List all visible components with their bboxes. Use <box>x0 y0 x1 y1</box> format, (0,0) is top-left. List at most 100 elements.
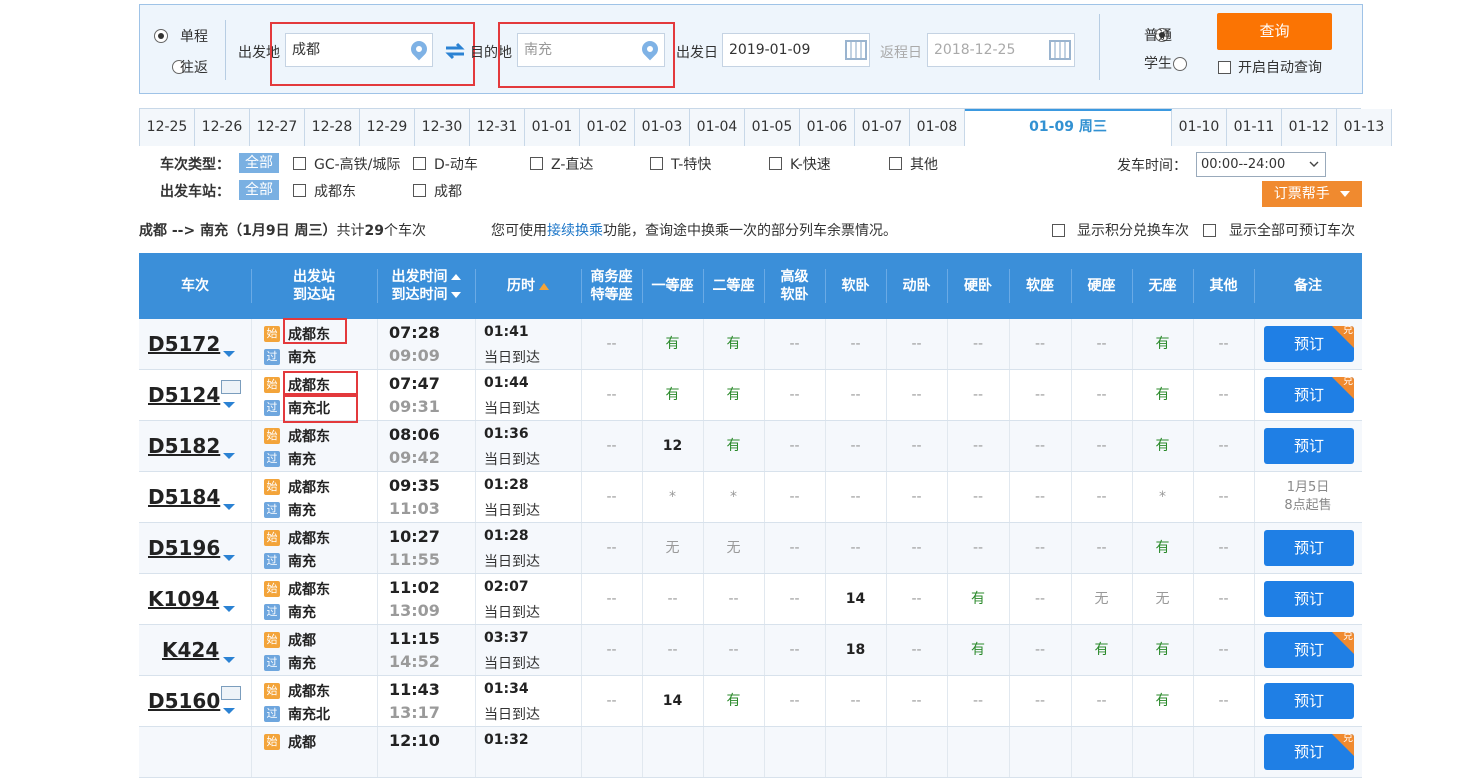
expand-stops-icon[interactable] <box>223 453 235 459</box>
train-number-link[interactable]: D5184 <box>148 485 220 509</box>
expand-stops-icon[interactable] <box>223 708 235 714</box>
expand-stops-icon[interactable] <box>223 402 235 408</box>
date-tab[interactable]: 01-13 <box>1337 109 1392 146</box>
expand-stops-icon[interactable] <box>223 504 235 510</box>
chevron-down-icon <box>1309 161 1319 167</box>
col-other: 其他 <box>1209 278 1238 294</box>
date-tab[interactable]: 01-03 <box>635 109 690 146</box>
one-way-radio[interactable] <box>154 29 168 43</box>
sort-up-icon[interactable] <box>450 274 461 280</box>
date-tab[interactable]: 12-27 <box>250 109 305 146</box>
date-tab[interactable]: 12-25 <box>140 109 195 146</box>
column-separator <box>475 472 476 522</box>
date-tab[interactable]: 01-08 <box>910 109 965 146</box>
seat-availability: -- <box>789 336 800 352</box>
duration: 01:28 <box>484 528 529 544</box>
book-button[interactable]: 预订 <box>1264 428 1354 464</box>
depart-station: 成都东 <box>288 684 330 700</box>
column-separator <box>1254 625 1255 675</box>
sort-down-icon[interactable] <box>450 292 461 298</box>
column-separator <box>764 727 765 777</box>
station-checkbox[interactable] <box>293 184 306 197</box>
arrive-time: 11:03 <box>389 499 440 518</box>
column-separator <box>947 727 948 777</box>
header-separator <box>1193 269 1194 303</box>
sort-up-icon[interactable] <box>539 282 549 290</box>
pass-station-badge: 过 <box>264 553 280 569</box>
column-separator <box>377 625 378 675</box>
date-tab[interactable]: 01-05 <box>745 109 800 146</box>
depart-time: 07:28 <box>389 323 440 342</box>
depart-station: 成都 <box>288 735 316 751</box>
train-type-checkbox[interactable] <box>413 157 426 170</box>
date-tab[interactable]: 01-04 <box>690 109 745 146</box>
date-tab[interactable]: 01-10 <box>1172 109 1227 146</box>
book-button[interactable]: 预订 兑 <box>1264 326 1354 362</box>
ticket-helper-button[interactable]: 订票帮手 <box>1262 181 1362 207</box>
same-day-arrival: 当日到达 <box>484 707 540 723</box>
table-row: K424 始成都过南充 11:15 14:52 03:37 当日到达 -- -- -- -- 18 -… <box>139 625 1362 676</box>
depart-time-select[interactable]: 00:00--24:00 <box>1196 152 1326 177</box>
book-button[interactable]: 预订 <box>1264 581 1354 617</box>
points-exchange-checkbox[interactable] <box>1052 224 1065 237</box>
train-type-checkbox[interactable] <box>530 157 543 170</box>
seat-availability: -- <box>1218 489 1229 505</box>
header-separator <box>642 269 643 303</box>
book-button[interactable]: 预订 <box>1264 683 1354 719</box>
train-number-link[interactable]: D5124 <box>148 383 220 407</box>
seat-availability: 有 <box>971 642 985 658</box>
date-tab[interactable]: 12-31 <box>470 109 525 146</box>
date-tab[interactable]: 01-07 <box>855 109 910 146</box>
train-number-link[interactable]: D5160 <box>148 689 220 713</box>
train-number-link[interactable]: D5182 <box>148 434 220 458</box>
same-day-arrival: 当日到达 <box>484 452 540 468</box>
date-tab[interactable]: 12-28 <box>305 109 360 146</box>
date-tab[interactable]: 01-09 周三 <box>965 109 1172 146</box>
station-checkbox[interactable] <box>413 184 426 197</box>
book-button[interactable]: 预订 兑 <box>1264 734 1354 770</box>
transfer-link[interactable]: 接续换乘 <box>547 223 603 239</box>
book-button[interactable]: 预订 <box>1264 530 1354 566</box>
train-type-all-button[interactable]: 全部 <box>239 153 279 173</box>
train-number-link[interactable]: K1094 <box>148 587 219 611</box>
col-duration[interactable]: 历时 <box>475 253 581 319</box>
student-label: 学生 <box>1144 56 1172 72</box>
auto-query-checkbox[interactable] <box>1218 61 1231 74</box>
expand-stops-icon[interactable] <box>223 351 235 357</box>
book-button[interactable]: 预订 兑 <box>1264 377 1354 413</box>
swap-icon[interactable] <box>444 41 466 61</box>
date-tab[interactable]: 12-26 <box>195 109 250 146</box>
train-type-option-label: GC-高铁/城际 <box>314 157 401 173</box>
train-type-checkbox[interactable] <box>889 157 902 170</box>
date-tab[interactable]: 01-02 <box>580 109 635 146</box>
col-time[interactable]: 出发时间 到达时间 <box>377 253 475 319</box>
train-type-checkbox[interactable] <box>293 157 306 170</box>
train-type-option-label: 其他 <box>910 157 938 173</box>
count-prefix: 共计 <box>336 223 365 239</box>
date-tab[interactable]: 12-30 <box>415 109 470 146</box>
date-tab[interactable]: 01-11 <box>1227 109 1282 146</box>
duration: 03:37 <box>484 630 529 646</box>
expand-stops-icon[interactable] <box>223 657 235 663</box>
station-all-button[interactable]: 全部 <box>239 180 279 200</box>
book-button[interactable]: 预订 兑 <box>1264 632 1354 668</box>
expand-stops-icon[interactable] <box>223 606 235 612</box>
date-tab[interactable]: 12-29 <box>360 109 415 146</box>
train-number-link[interactable]: D5172 <box>148 332 220 356</box>
seat-availability: 有 <box>1155 642 1170 658</box>
train-number-link[interactable]: D5196 <box>148 536 220 560</box>
train-number-link[interactable]: K424 <box>162 638 219 662</box>
train-type-checkbox[interactable] <box>650 157 663 170</box>
date-tab[interactable]: 01-01 <box>525 109 580 146</box>
all-bookable-checkbox[interactable] <box>1203 224 1216 237</box>
train-type-checkbox[interactable] <box>769 157 782 170</box>
expand-stops-icon[interactable] <box>223 555 235 561</box>
seat-availability: -- <box>1034 387 1046 403</box>
date-tab[interactable]: 01-12 <box>1282 109 1337 146</box>
pass-station-badge: 过 <box>264 400 280 416</box>
calendar-icon[interactable] <box>1049 40 1071 60</box>
col-adv-1: 高级 <box>780 269 809 285</box>
calendar-icon[interactable] <box>845 40 867 60</box>
query-button[interactable]: 查询 <box>1217 13 1332 50</box>
date-tab[interactable]: 01-06 <box>800 109 855 146</box>
